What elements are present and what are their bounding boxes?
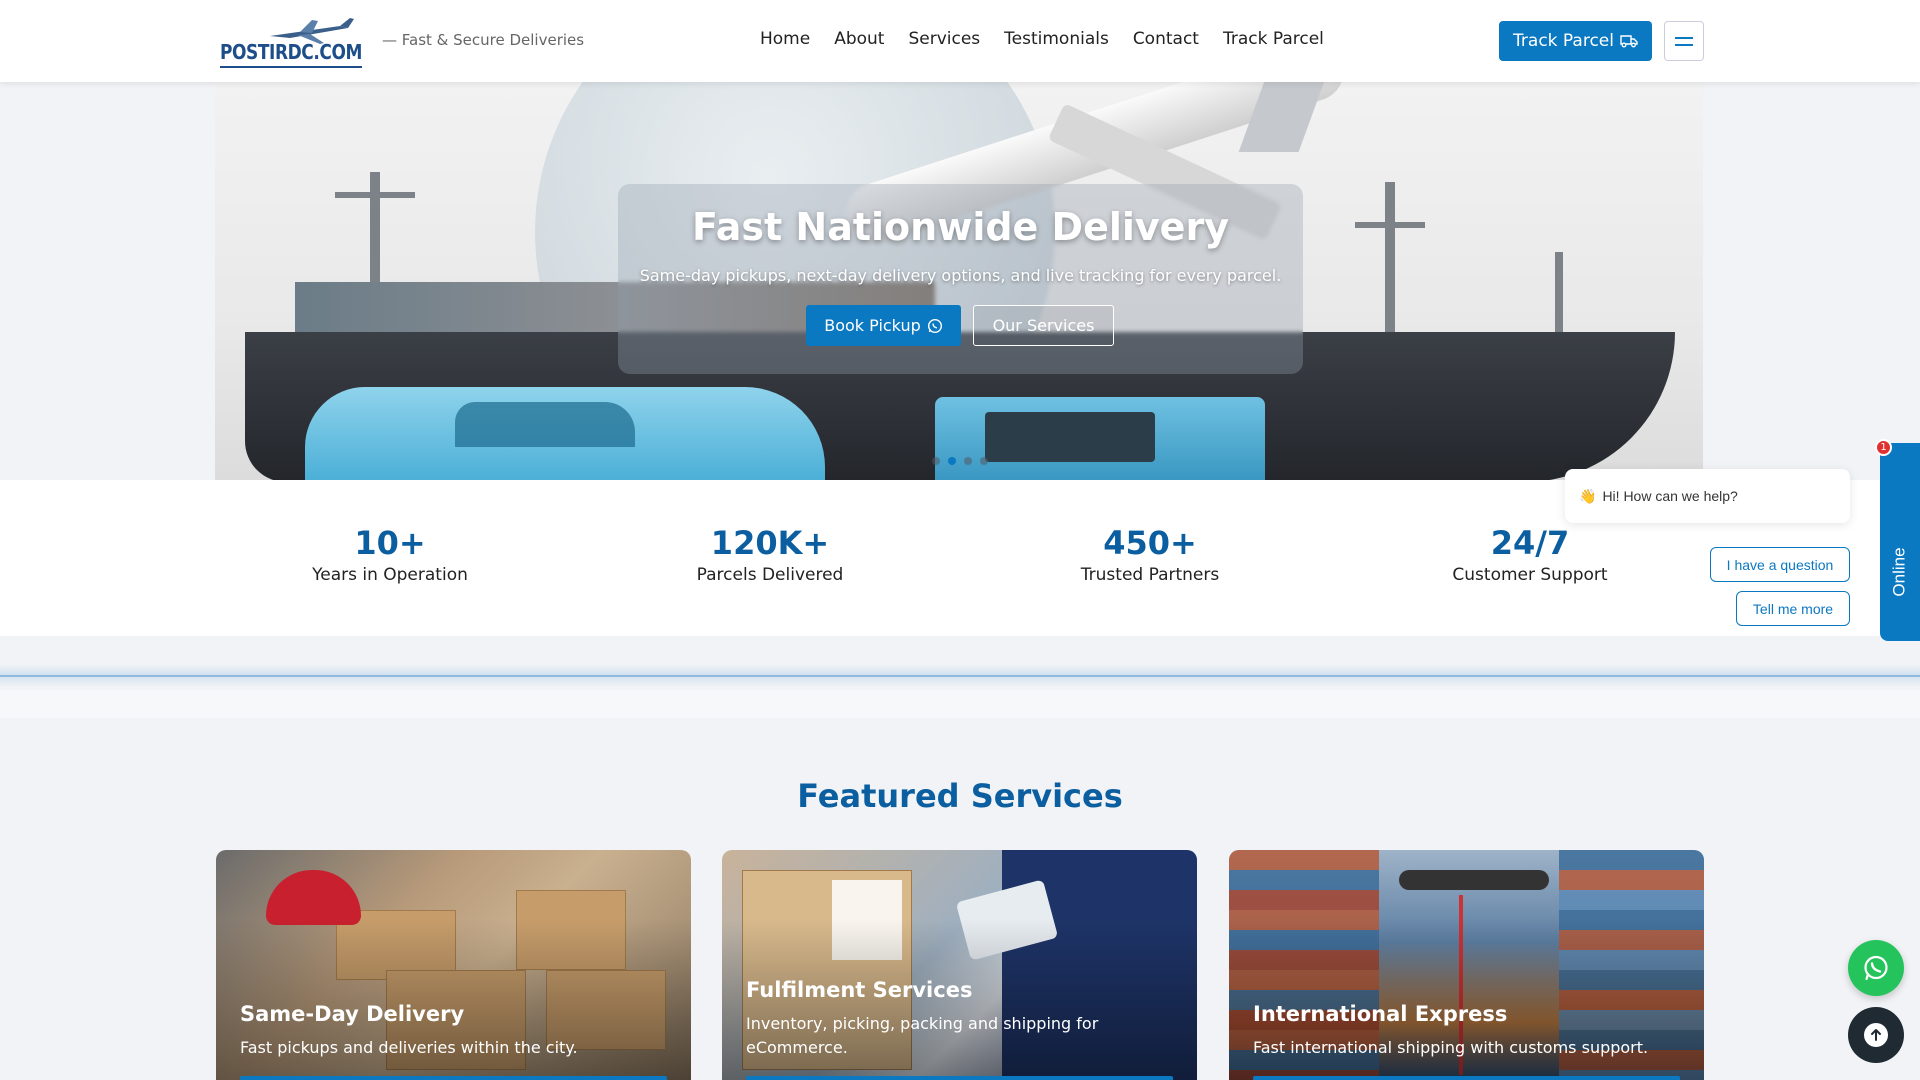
service-card-title: International Express: [1253, 1002, 1508, 1026]
service-card-title: Same-Day Delivery: [240, 1002, 465, 1026]
nav-services[interactable]: Services: [908, 29, 980, 49]
whatsapp-icon: [927, 318, 942, 333]
book-pickup-button[interactable]: Book Pickup: [806, 305, 961, 346]
service-card-desc: Fast pickups and deliveries within the c…: [240, 1038, 578, 1057]
stat-label: Years in Operation: [312, 565, 468, 586]
stat-label: Parcels Delivered: [696, 565, 844, 586]
our-services-button[interactable]: Our Services: [973, 305, 1114, 346]
site-header: POSTIRDC.COM — Fast & Secure Deliveries …: [0, 0, 1920, 82]
online-status-label: Online: [1890, 547, 1910, 597]
truck-icon: [1620, 35, 1638, 48]
scroll-to-top-button[interactable]: [1848, 1007, 1904, 1063]
logo-underline: [220, 66, 362, 68]
main-nav: Home About Services Testimonials Contact…: [760, 29, 1348, 49]
track-parcel-button[interactable]: Track Parcel: [1499, 21, 1652, 61]
whatsapp-icon: [1864, 955, 1888, 981]
logo-text: POSTIRDC.COM: [220, 40, 362, 64]
service-card-desc: Inventory, picking, packing and shipping…: [746, 1014, 1099, 1057]
chat-greeting-bubble[interactable]: 👋 Hi! How can we help?: [1565, 469, 1850, 523]
hero-title: Fast Nationwide Delivery: [692, 205, 1229, 249]
chat-option-question[interactable]: I have a question: [1710, 547, 1850, 582]
slider-dot[interactable]: [964, 457, 972, 465]
book-pickup-label: Book Pickup: [824, 316, 921, 335]
service-card-same-day[interactable]: Same-Day Delivery Fast pickups and deliv…: [216, 850, 691, 1080]
service-card-title: Fulfilment Services: [746, 978, 973, 1002]
stat-partners: 450+ Trusted Partners: [1000, 524, 1300, 586]
slider-dot[interactable]: [980, 457, 988, 465]
track-parcel-label: Track Parcel: [1513, 31, 1614, 51]
stat-support: 24/7 Customer Support: [1380, 524, 1680, 586]
service-card-desc: Fast international shipping with customs…: [1253, 1038, 1649, 1057]
stat-value: 10+: [354, 524, 426, 562]
stat-value: 24/7: [1490, 524, 1570, 562]
hero-subtitle: Same-day pickups, next-day delivery opti…: [639, 266, 1282, 285]
featured-services-title: Featured Services: [797, 777, 1123, 815]
stat-label: Customer Support: [1452, 565, 1608, 586]
stat-value: 120K+: [710, 524, 830, 562]
waving-hand-icon: 👋: [1579, 487, 1597, 504]
service-card-fulfilment[interactable]: Fulfilment Services Inventory, picking, …: [722, 850, 1197, 1080]
service-card-international[interactable]: International Express Fast international…: [1229, 850, 1704, 1080]
stat-value: 450+: [1103, 524, 1197, 562]
hamburger-menu-button[interactable]: [1664, 21, 1704, 61]
slider-dots: [932, 457, 988, 465]
slider-dot[interactable]: [932, 457, 940, 465]
tagline: — Fast & Secure Deliveries: [382, 31, 585, 49]
nav-testimonials[interactable]: Testimonials: [1004, 29, 1109, 49]
stat-label: Trusted Partners: [1080, 565, 1220, 586]
arrow-up-icon: [1864, 1023, 1888, 1047]
nav-home[interactable]: Home: [760, 29, 810, 49]
whatsapp-chat-button[interactable]: [1848, 940, 1904, 996]
chat-notification-badge: 1: [1875, 439, 1892, 456]
chat-option-tell-more[interactable]: Tell me more: [1736, 591, 1850, 626]
stat-years: 10+ Years in Operation: [240, 524, 540, 586]
logo[interactable]: POSTIRDC.COM: [220, 18, 362, 68]
nav-contact[interactable]: Contact: [1133, 29, 1199, 49]
nav-about[interactable]: About: [834, 29, 884, 49]
stat-parcels: 120K+ Parcels Delivered: [620, 524, 920, 586]
nav-track-parcel[interactable]: Track Parcel: [1223, 29, 1324, 49]
section-divider: [0, 675, 1920, 677]
chat-greeting-text: Hi! How can we help?: [1602, 488, 1738, 504]
menu-icon: [1675, 36, 1693, 39]
slider-dot-active[interactable]: [948, 457, 956, 465]
